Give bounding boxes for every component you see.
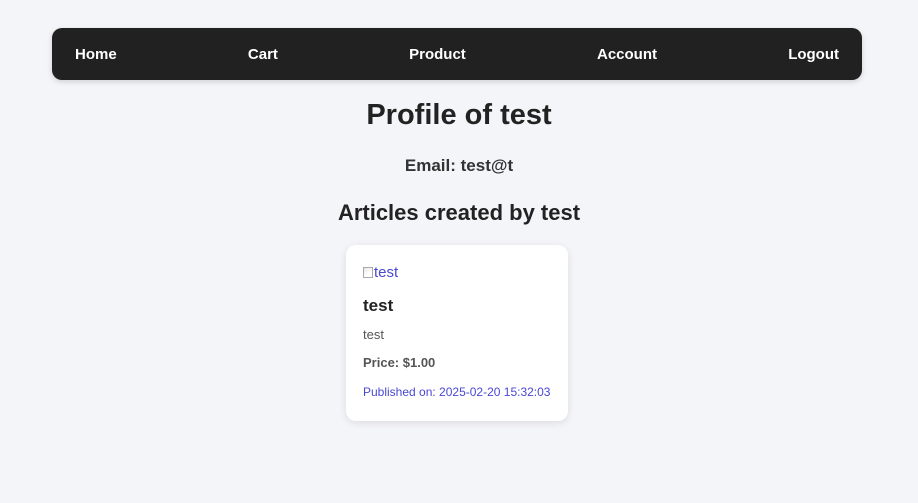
article-published-date: Published on: 2025-02-20 15:32:03	[363, 385, 551, 399]
nav-home-link[interactable]: Home	[75, 46, 117, 63]
article-image[interactable]: test	[363, 264, 398, 281]
nav-product-link[interactable]: Product	[409, 46, 466, 63]
nav-logout-link[interactable]: Logout	[788, 46, 839, 63]
article-description: test	[363, 327, 384, 342]
navbar: Home Cart Product Account Logout	[52, 28, 862, 80]
article-image-alt: test	[374, 264, 399, 281]
page-title: Profile of test	[366, 99, 552, 131]
broken-image-icon	[363, 267, 373, 278]
nav-cart-link[interactable]: Cart	[248, 46, 278, 63]
article-title: test	[363, 296, 394, 315]
nav-account-link[interactable]: Account	[597, 46, 657, 63]
articles-heading: Articles created by test	[337, 200, 581, 225]
article-card[interactable]: test test test Price: $1.00 Published on…	[346, 245, 568, 421]
profile-email: Email: test@t	[404, 156, 514, 175]
article-price: Price: $1.00	[363, 355, 436, 370]
